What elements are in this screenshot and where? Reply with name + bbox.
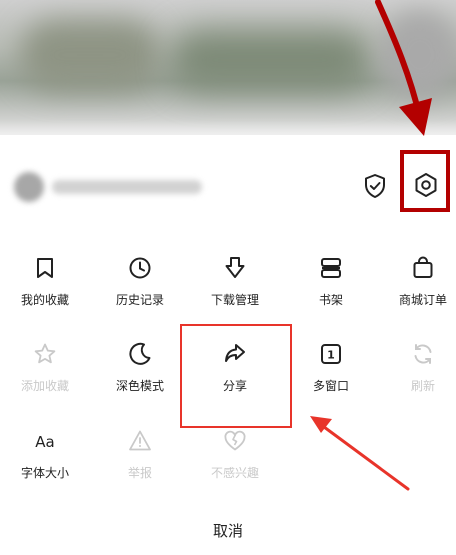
blurred-account-name: [52, 180, 202, 194]
window-count-icon: 1: [318, 341, 344, 367]
warning-icon: [127, 428, 153, 454]
font-size-icon: Aa: [32, 428, 58, 454]
menu-item-favorites[interactable]: 我的收藏: [0, 255, 90, 325]
menu-item-refresh[interactable]: 刷新: [378, 341, 456, 411]
broken-heart-icon: [222, 428, 248, 454]
refresh-icon: [410, 341, 436, 367]
menu-item-label: 我的收藏: [20, 293, 69, 307]
menu-item-mall-orders[interactable]: 商城订单: [378, 255, 456, 325]
menu-item-label: 字体大小: [20, 466, 69, 480]
share-highlight-box: [180, 324, 292, 428]
bookshelf-icon: [318, 255, 344, 281]
settings-highlight-box: [400, 150, 450, 212]
menu-item-label: 举报: [127, 466, 152, 480]
bookmark-icon: [32, 255, 58, 281]
menu-item-multi-window[interactable]: 1 多窗口: [286, 341, 376, 411]
window-count-badge: 1: [327, 349, 335, 362]
menu-item-label: 商城订单: [398, 293, 447, 307]
menu-item-history[interactable]: 历史记录: [95, 255, 185, 325]
menu-item-bookshelf[interactable]: 书架: [286, 255, 376, 325]
star-icon: [32, 341, 58, 367]
clock-icon: [127, 255, 153, 281]
blurred-page-background: [0, 0, 456, 135]
menu-item-not-interested[interactable]: 不感兴趣: [190, 428, 280, 498]
shield-check-icon: [365, 174, 385, 198]
menu-item-label: 不感兴趣: [210, 466, 259, 480]
menu-item-label: 添加收藏: [20, 379, 69, 393]
menu-item-label: 下载管理: [210, 293, 259, 307]
moon-icon: [127, 341, 153, 367]
menu-item-label: 刷新: [410, 379, 435, 393]
menu-item-add-favorite[interactable]: 添加收藏: [0, 341, 90, 411]
menu-item-label: 多窗口: [312, 379, 349, 393]
font-size-glyph: Aa: [35, 433, 54, 451]
menu-item-font-size[interactable]: Aa 字体大小: [0, 428, 90, 498]
menu-item-label: 书架: [318, 293, 343, 307]
security-shield-button[interactable]: [360, 171, 390, 201]
menu-item-dark-mode[interactable]: 深色模式: [95, 341, 185, 411]
menu-item-label: 深色模式: [115, 379, 164, 393]
menu-item-downloads[interactable]: 下载管理: [190, 255, 280, 325]
menu-item-label: 历史记录: [115, 293, 164, 307]
shopping-bag-icon: [410, 255, 436, 281]
cancel-button[interactable]: 取消: [0, 520, 456, 541]
download-icon: [222, 255, 248, 281]
avatar: [14, 172, 44, 202]
menu-item-report[interactable]: 举报: [95, 428, 185, 498]
